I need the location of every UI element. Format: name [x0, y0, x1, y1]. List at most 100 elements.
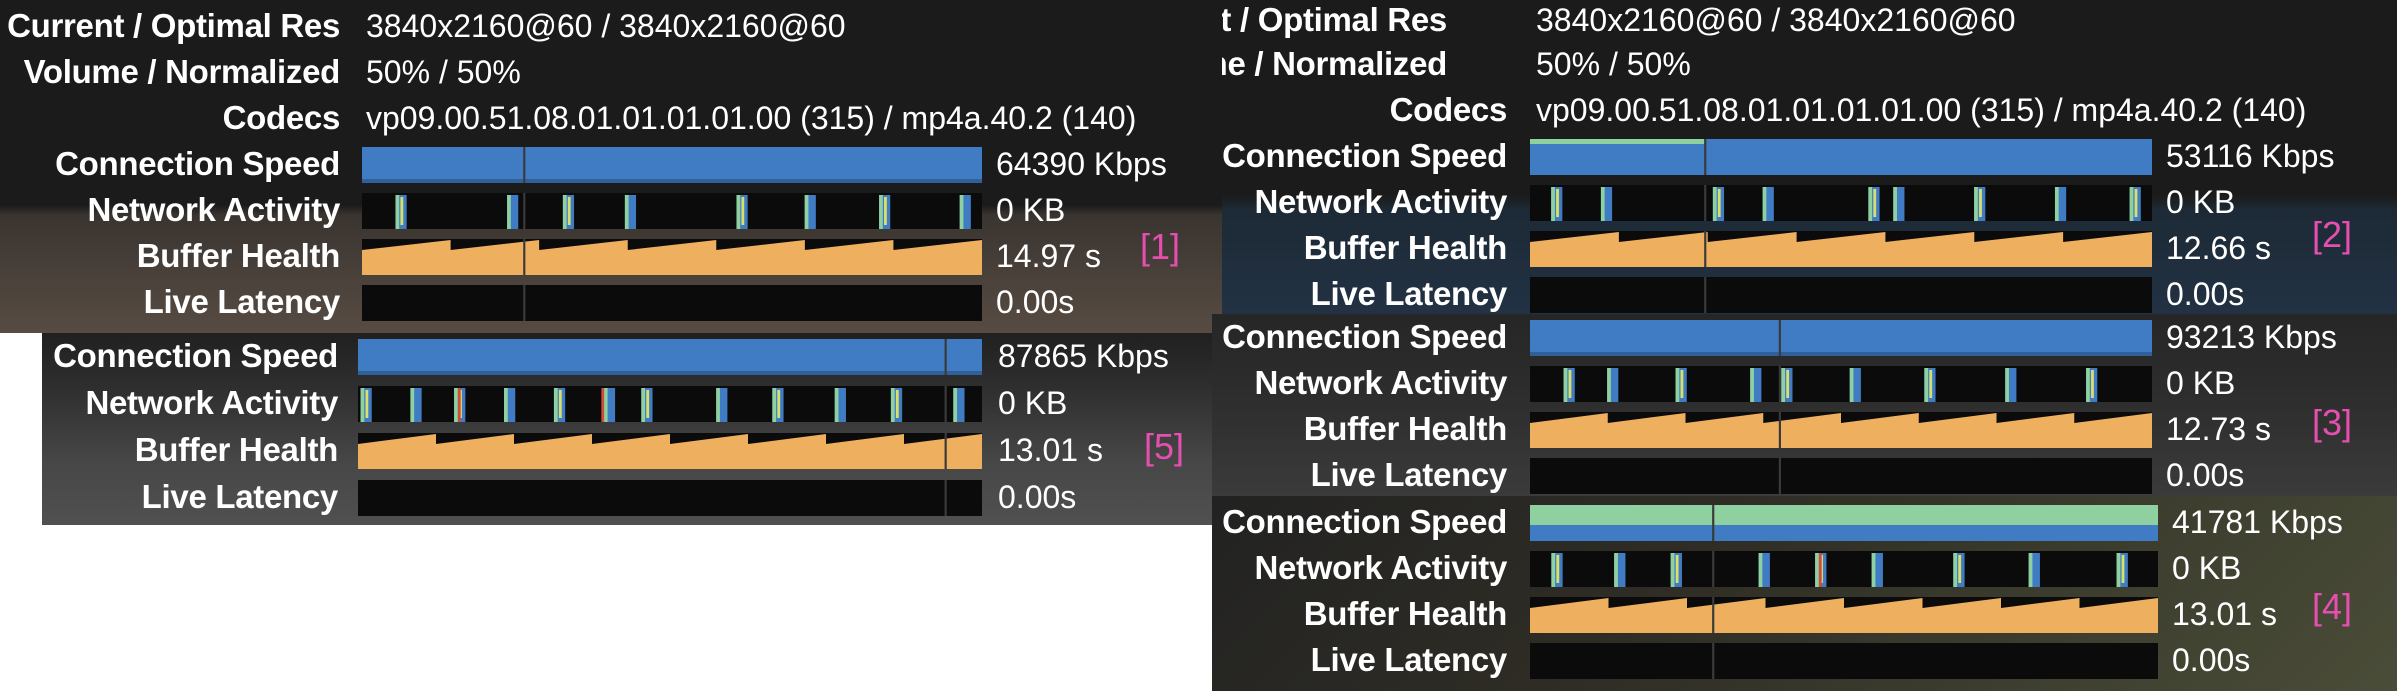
stats-panel-2: rent / Optimal Res 3840x2160@60 / 3840x2… [1222, 0, 2397, 317]
activity-bar-green [1670, 553, 1675, 587]
connection-fill-green [1530, 139, 1705, 144]
buffer-health-row: Buffer Health 14.97 s [0, 233, 1222, 279]
activity-bar-green [1849, 368, 1854, 402]
connection-fill-base [362, 179, 982, 183]
network-activity-row: Network Activity 0 KB [1212, 360, 2397, 406]
buffer-sawtooth [1530, 232, 2152, 267]
network-activity-row: Network Activity 0 KB [1212, 545, 2397, 591]
connection-fill-blue [1530, 525, 2158, 541]
graph-cursor-line [1704, 185, 1707, 221]
live-latency-label: Live Latency [141, 478, 339, 515]
graph-cursor-line [1712, 597, 1715, 633]
activity-bar-green [2028, 553, 2033, 587]
connection-speed-value: 41781 Kbps [2172, 504, 2343, 540]
network-activity-value: 0 KB [2166, 365, 2236, 401]
activity-bar-green [953, 388, 958, 422]
network-activity-label: Network Activity [85, 384, 338, 421]
graph-cursor-line [1778, 320, 1781, 356]
activity-bar-yellow [895, 390, 899, 418]
volume-label: Volume / Normalized [23, 53, 341, 90]
activity-bar-yellow [741, 197, 745, 225]
volume-row: lume / Normalized 50% / 50% [1222, 41, 2397, 87]
network-activity-value: 0 KB [998, 385, 1068, 421]
current-optimal-res-value: 3840x2160@60 / 3840x2160@60 [1536, 2, 2016, 38]
connection-speed-row: Connection Speed 93213 Kbps [1212, 314, 2397, 360]
live-latency-value: 0.00s [996, 284, 1075, 320]
graph-cursor-line [1712, 551, 1715, 587]
live-latency-graph [1530, 458, 2152, 494]
activity-bar-green [641, 388, 646, 422]
live-latency-row: Live Latency 0.00s [1222, 271, 2397, 317]
current-optimal-res-row: Current / Optimal Res 3840x2160@60 / 384… [0, 3, 1222, 49]
buffer-health-graph [1530, 597, 2158, 633]
activity-bar-green [1750, 368, 1754, 402]
activity-bar-red [457, 388, 461, 422]
connection-speed-label: Connection Speed [1222, 137, 1507, 174]
network-activity-graph [1530, 366, 2152, 402]
network-activity-label: Network Activity [87, 191, 340, 228]
activity-bar-green [736, 195, 741, 229]
activity-bar-yellow [1786, 370, 1790, 398]
volume-row: Volume / Normalized 50% / 50% [0, 49, 1222, 95]
activity-bar-yellow [1675, 555, 1679, 583]
activity-bar-yellow [1556, 189, 1559, 217]
activity-bar-yellow [1556, 555, 1560, 583]
live-latency-label: Live Latency [1310, 456, 1508, 493]
connection-speed-value: 53116 Kbps [2166, 138, 2335, 174]
buffer-health-label: Buffer Health [136, 237, 341, 274]
activity-bar-green [1762, 187, 1767, 221]
panel-tag-2: [2] [2312, 214, 2353, 255]
activity-bar-green [1893, 187, 1897, 221]
panel-tag-4: [4] [2312, 586, 2353, 627]
buffer-health-graph [362, 239, 982, 275]
live-latency-value: 0.00s [2166, 276, 2245, 312]
connection-speed-label: Connection Speed [55, 145, 340, 182]
buffer-health-label: Buffer Health [134, 431, 339, 468]
buffer-health-label: Buffer Health [1303, 595, 1508, 632]
buffer-health-value: 12.73 s [2166, 411, 2271, 447]
activity-bar-yellow [777, 390, 781, 418]
network-activity-row: Network Activity 0 KB [42, 380, 1222, 426]
activity-bar-green [804, 195, 809, 229]
panel-tag-3: [3] [2312, 402, 2353, 443]
buffer-sawtooth [362, 240, 982, 275]
activity-bar-yellow [2134, 189, 2138, 217]
buffer-health-row: Buffer Health 13.01 s [1212, 591, 2397, 637]
graph-cursor-line [1712, 505, 1715, 541]
graph-cursor-line [944, 433, 947, 469]
buffer-sawtooth [1530, 413, 2152, 448]
activity-bar-green [1607, 368, 1611, 402]
live-latency-value: 0.00s [2172, 642, 2251, 678]
graph-cursor-line [1704, 277, 1707, 313]
buffer-health-label: Buffer Health [1303, 229, 1508, 266]
live-latency-label: Live Latency [143, 283, 341, 320]
activity-bar-yellow [400, 197, 404, 225]
graph-cursor-line [1778, 366, 1781, 402]
activity-bar-green [890, 388, 895, 422]
activity-bar-green [553, 388, 558, 422]
activity-bar-yellow [646, 390, 650, 418]
activity-bar-green [2116, 553, 2121, 587]
graph-cursor-line [523, 239, 526, 275]
connection-fill-blue [358, 339, 982, 375]
graph-cursor-line [523, 193, 526, 229]
volume-label: lume / Normalized [1222, 45, 1447, 82]
live-latency-row: Live Latency 0.00s [42, 474, 1222, 520]
buffer-health-row: Buffer Health 12.73 s [1212, 406, 2397, 452]
buffer-sawtooth [358, 434, 982, 469]
graph-cursor-line [1704, 231, 1707, 267]
network-activity-graph [358, 386, 982, 422]
connection-speed-label: Connection Speed [53, 337, 338, 374]
connection-speed-graph [358, 339, 982, 375]
volume-value: 50% / 50% [1536, 46, 1691, 82]
live-latency-label: Live Latency [1310, 275, 1508, 312]
graph-cursor-line [1704, 139, 1707, 175]
panel-tag-5: [5] [1144, 426, 1185, 467]
current-optimal-res-label: rent / Optimal Res [1222, 1, 1447, 38]
activity-bar-green [1758, 553, 1763, 587]
connection-fill-blue [1530, 320, 2152, 356]
connection-speed-row: Connection Speed 87865 Kbps [42, 333, 1222, 379]
activity-bar-green [1600, 187, 1605, 221]
connection-speed-graph [1530, 139, 2152, 175]
live-latency-graph [358, 480, 982, 516]
